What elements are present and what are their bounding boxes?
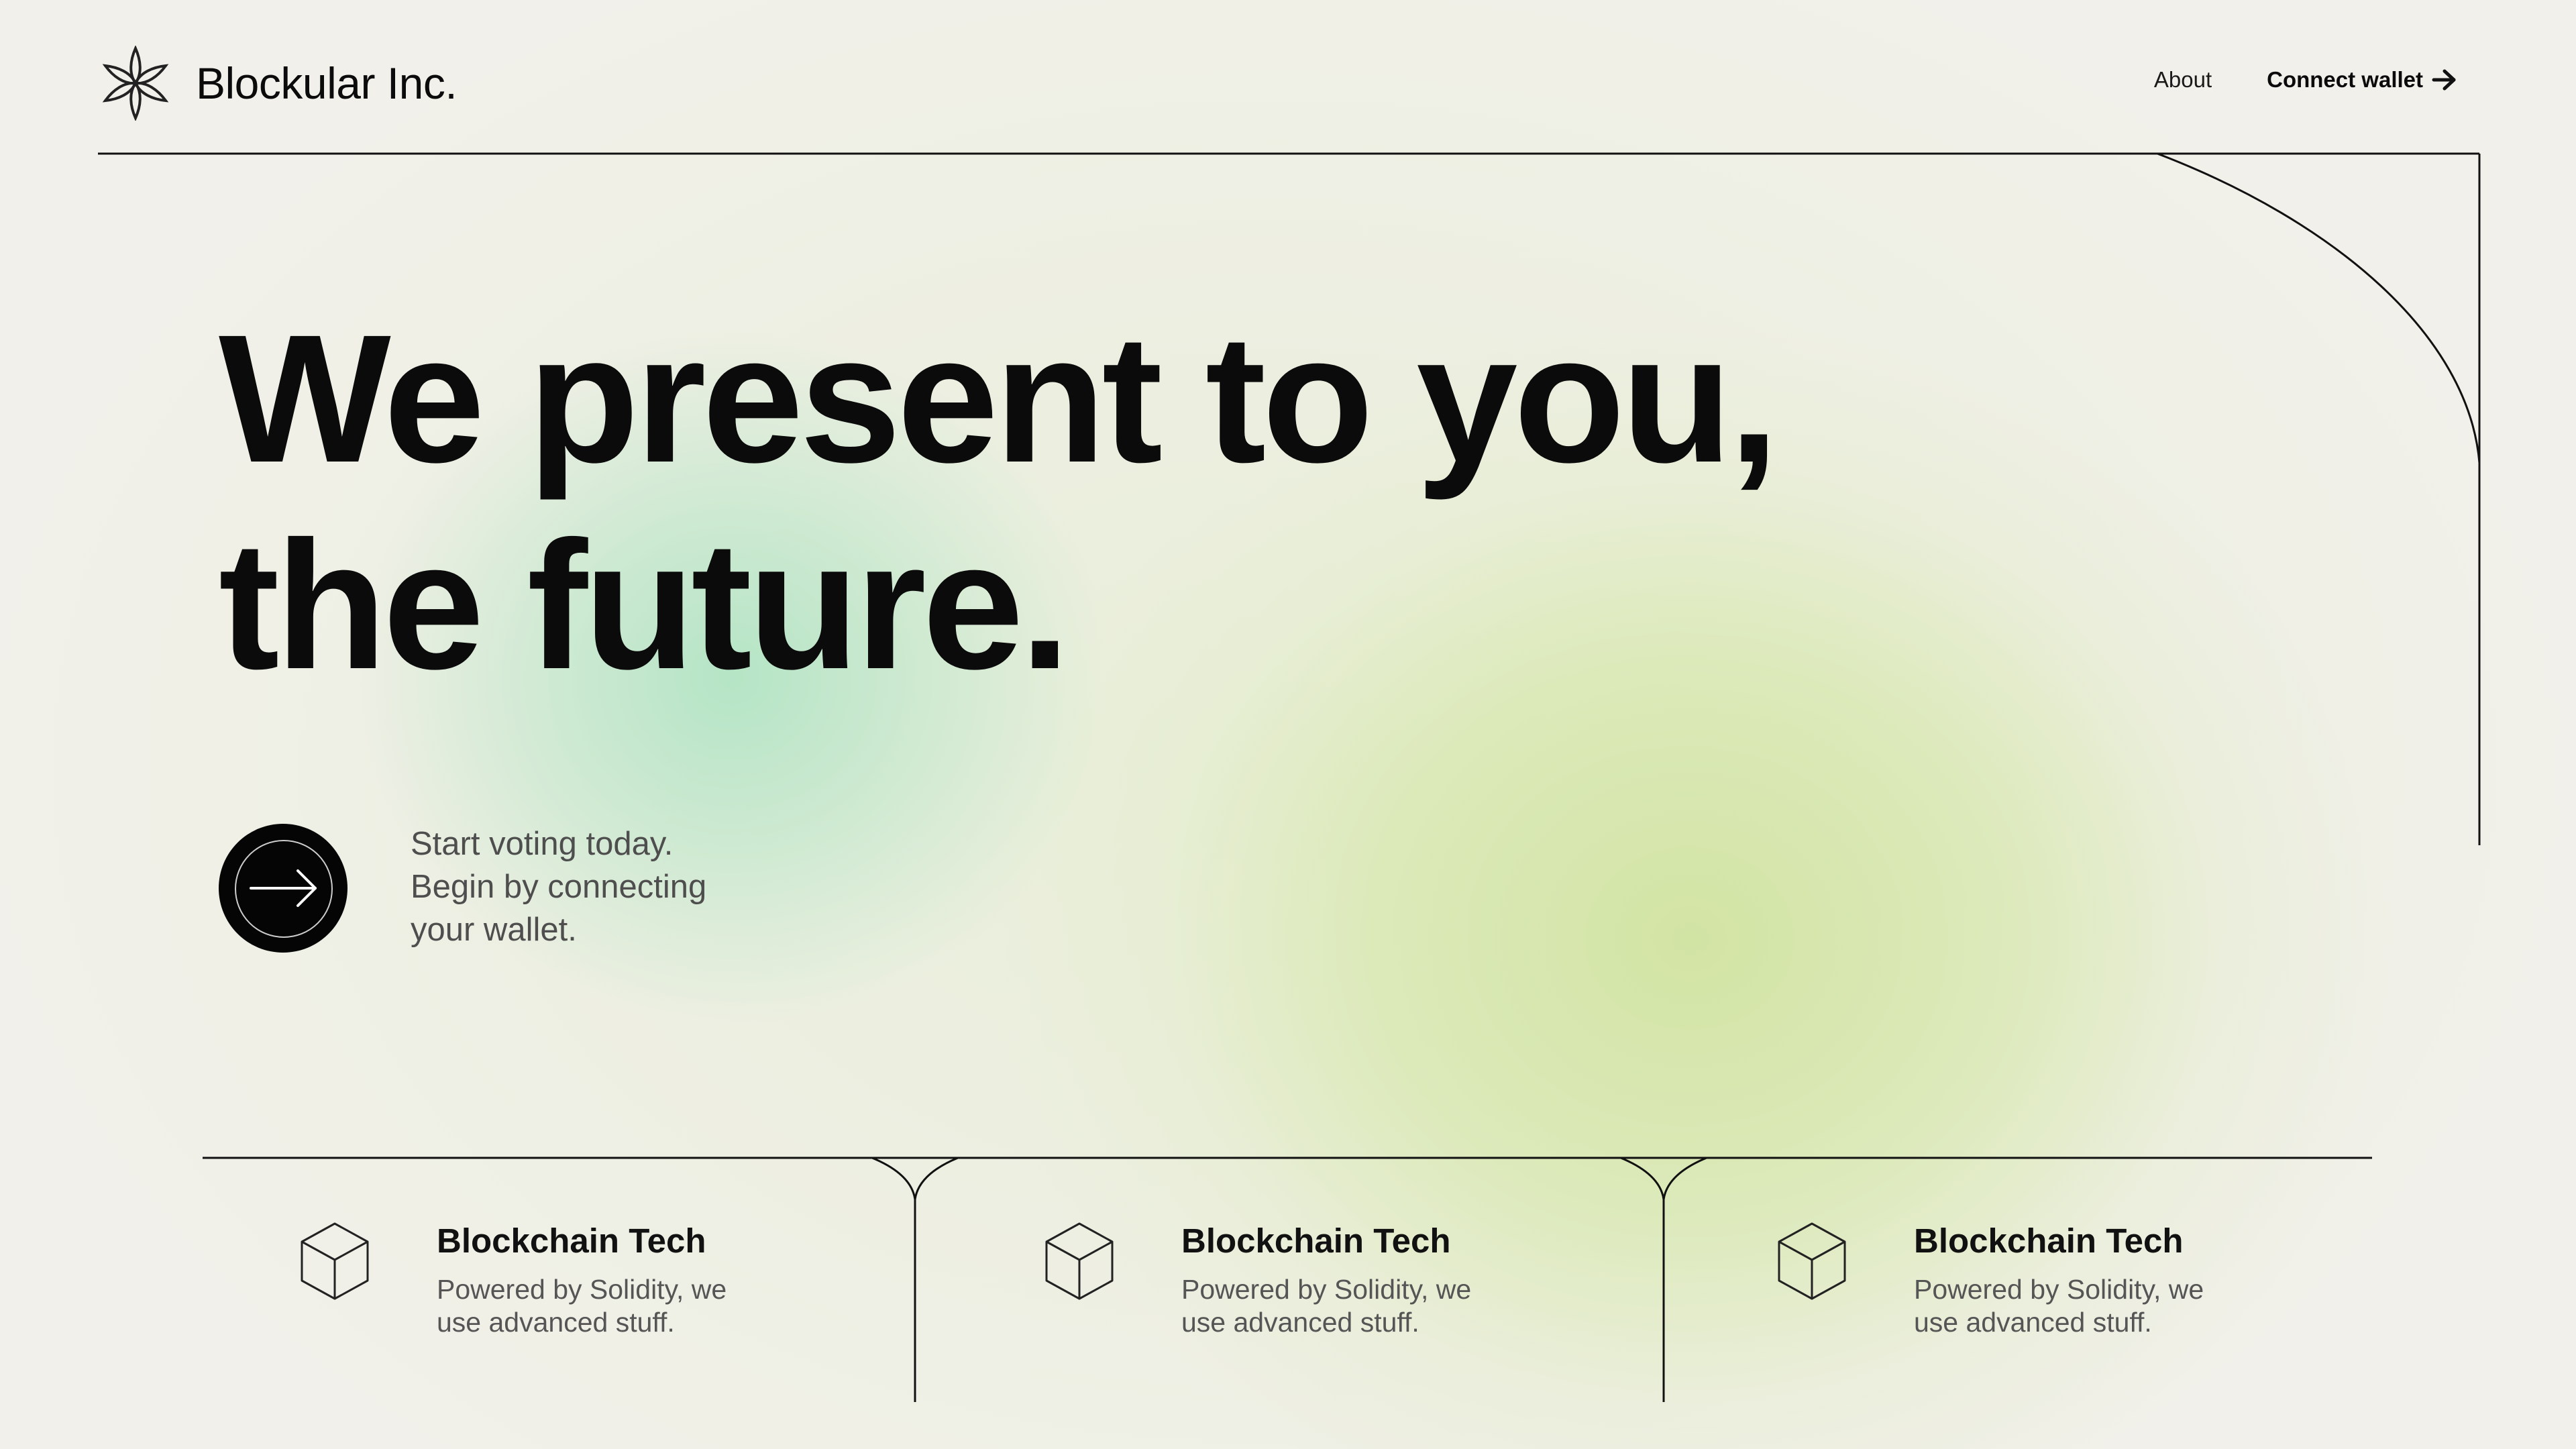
top-nav: About Connect wallet	[2154, 67, 2458, 93]
connect-wallet-button[interactable]: Connect wallet	[2267, 67, 2458, 93]
arrow-right-icon	[2432, 69, 2456, 91]
connect-wallet-label: Connect wallet	[2267, 67, 2423, 92]
feature-description-line: use advanced stuff.	[1914, 1307, 2152, 1338]
cta-line: Start voting today.	[411, 826, 674, 862]
feature-description-line: Powered by Solidity, we	[1181, 1274, 1472, 1305]
cta-description: Start voting today. Begin by connecting …	[411, 822, 706, 951]
cube-icon	[1045, 1222, 1114, 1300]
cta-line: your wallet.	[411, 912, 577, 948]
feature-title: Blockchain Tech	[1181, 1222, 1451, 1260]
feature-description-line: use advanced stuff.	[1181, 1307, 1419, 1338]
hero-title-line-1: We present to you,	[219, 297, 1779, 500]
brand[interactable]: Blockular Inc.	[98, 46, 458, 121]
arrow-right-icon	[250, 869, 317, 907]
hero-title: We present to you, the future.	[219, 295, 1779, 708]
cube-icon	[301, 1222, 369, 1300]
hero-title-line-2: the future.	[219, 503, 1071, 707]
feature-description: Powered by Solidity, we use advanced stu…	[437, 1273, 727, 1339]
feature-description: Powered by Solidity, we use advanced stu…	[1181, 1273, 1471, 1339]
start-voting-button[interactable]	[219, 824, 347, 953]
feature-description-line: Powered by Solidity, we	[437, 1274, 727, 1305]
feature-description: Powered by Solidity, we use advanced stu…	[1914, 1273, 2204, 1339]
feature-title: Blockchain Tech	[1914, 1222, 2184, 1260]
flower-logo-icon	[102, 46, 169, 121]
nav-about-link[interactable]: About	[2154, 67, 2212, 93]
feature-description-line: Powered by Solidity, we	[1914, 1274, 2204, 1305]
cube-icon	[1778, 1222, 1846, 1300]
feature-description-line: use advanced stuff.	[437, 1307, 675, 1338]
brand-name: Blockular Inc.	[196, 58, 458, 108]
feature-title: Blockchain Tech	[437, 1222, 706, 1260]
cta-line: Begin by connecting	[411, 869, 707, 905]
